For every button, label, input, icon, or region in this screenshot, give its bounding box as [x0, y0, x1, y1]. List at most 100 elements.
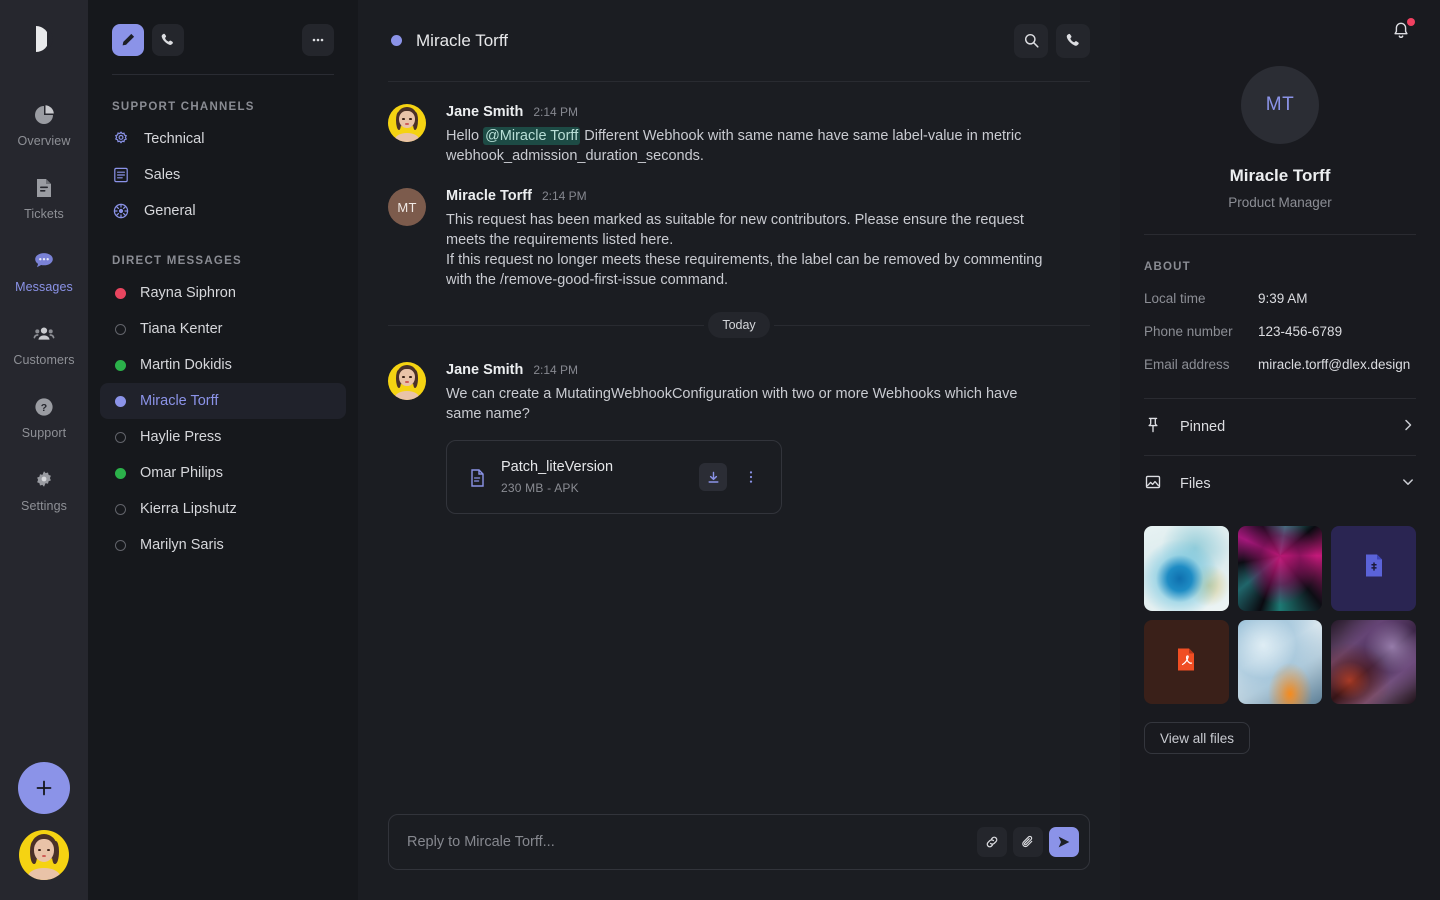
pie-chart-icon	[31, 102, 57, 128]
message-list: Jane Smith 2:14 PM Hello @Miracle Torff …	[358, 82, 1120, 814]
avatar[interactable]: MT	[388, 188, 426, 226]
message-item: Jane Smith 2:14 PM We can create a Mutat…	[388, 362, 1090, 514]
file-more-button[interactable]	[741, 463, 761, 491]
separator-line-left	[388, 324, 705, 326]
compose-message-button[interactable]	[112, 24, 144, 56]
send-message-button[interactable]	[1049, 827, 1079, 857]
day-separator-label: Today	[708, 312, 770, 338]
current-user-avatar[interactable]	[19, 830, 69, 880]
notifications-button[interactable]	[1386, 16, 1416, 51]
dm-item-rayna-siphron[interactable]: Rayna Siphron	[100, 275, 346, 311]
contact-details-panel: MT Miracle Torff Product Manager ABOUT L…	[1120, 0, 1440, 900]
pin-icon	[1144, 416, 1162, 439]
about-row-email-address: Email address miracle.torff@dlex.design	[1144, 357, 1416, 372]
sidebar-item-overview[interactable]: Overview	[8, 102, 80, 148]
day-separator: Today	[388, 312, 1091, 338]
sidebar-item-tickets[interactable]: Tickets	[8, 175, 80, 221]
message-composer[interactable]	[388, 814, 1090, 870]
document-file-thumbnail[interactable]	[1331, 526, 1416, 611]
pdf-file-icon	[1176, 648, 1196, 677]
sidebar-item-customers[interactable]: Customers	[8, 321, 80, 367]
dm-item-kierra-lipshutz[interactable]: Kierra Lipshutz	[100, 491, 346, 527]
contact-profile: MT Miracle Torff Product Manager	[1144, 66, 1416, 210]
contact-role: Product Manager	[1228, 195, 1332, 210]
help-circle-icon: ?	[31, 394, 57, 420]
panel-toolbar	[1144, 0, 1416, 66]
chat-title: Miracle Torff	[416, 30, 508, 50]
channel-label: Technical	[144, 131, 205, 147]
download-icon	[707, 471, 719, 483]
separator-line-right	[773, 324, 1091, 326]
add-new-button[interactable]	[18, 762, 70, 814]
contact-name: Miracle Torff	[1229, 166, 1331, 185]
message-time: 2:14 PM	[541, 189, 587, 203]
chat-area: Miracle Torff Jane Smith 2:14 PM Hello @…	[358, 0, 1120, 900]
channel-item-sales[interactable]: Sales	[100, 157, 346, 193]
composer-wrapper	[358, 814, 1120, 900]
about-key: Phone number	[1144, 324, 1233, 339]
sidebar-item-settings[interactable]: Settings	[8, 467, 80, 513]
about-heading: ABOUT	[1144, 261, 1191, 273]
file-name: Patch_liteVersion	[501, 459, 614, 475]
phone-icon	[161, 33, 173, 45]
pinned-section-toggle[interactable]: Pinned	[1144, 399, 1416, 455]
dm-item-haylie-press[interactable]: Haylie Press	[100, 419, 346, 455]
avatar[interactable]	[388, 362, 426, 400]
sidebar-item-messages[interactable]: Messages	[8, 248, 80, 294]
file-size: 230 MB	[501, 481, 544, 495]
purple-smoke-thumbnail[interactable]	[1331, 619, 1416, 705]
sidebar-call-button[interactable]	[152, 24, 184, 56]
message-author: Jane Smith	[446, 362, 524, 378]
files-label: Files	[1180, 476, 1211, 492]
view-all-files-button[interactable]: View all files	[1144, 722, 1251, 755]
file-meta: 230 MB - APK	[501, 481, 685, 495]
composer-actions	[977, 827, 1079, 857]
about-value: 123-456-6789	[1258, 324, 1343, 339]
chat-search-button[interactable]	[1014, 23, 1048, 58]
chat-header-actions	[1014, 23, 1090, 58]
dm-item-miracle-torff[interactable]: Miracle Torff	[100, 383, 346, 419]
file-attachment-card[interactable]: Patch_liteVersion 230 MB - APK	[446, 440, 782, 514]
dm-item-marilyn-saris[interactable]: Marilyn Saris	[100, 527, 346, 563]
attach-file-button[interactable]	[1013, 827, 1043, 857]
sidebar-item-support[interactable]: ? Support	[8, 394, 80, 440]
dm-item-tiana-kenter[interactable]: Tiana Kenter	[100, 311, 346, 347]
pencil-icon	[122, 33, 135, 46]
message-author: Miracle Torff	[446, 188, 532, 204]
sidebar-label: Customers	[13, 353, 75, 367]
message-body: Miracle Torff 2:14 PM This request has b…	[446, 188, 1090, 290]
sky-swirl-thumbnail[interactable]	[1237, 619, 1323, 705]
channel-item-technical[interactable]: Technical	[100, 121, 346, 157]
status-dot	[115, 359, 126, 371]
dm-item-martin-dokidis[interactable]: Martin Dokidis	[100, 347, 346, 383]
app-logo[interactable]	[27, 22, 61, 56]
sidebar-more-button[interactable]	[302, 24, 334, 56]
message-text: We can create a MutatingWebhookConfigura…	[446, 386, 1018, 422]
channel-item-general[interactable]: General	[100, 193, 346, 229]
about-key: Local time	[1144, 291, 1206, 306]
channel-label: Sales	[144, 167, 181, 183]
ice-bloom-thumbnail[interactable]	[1144, 526, 1229, 611]
dm-item-omar-philips[interactable]: Omar Philips	[100, 455, 346, 491]
message-input[interactable]	[407, 834, 977, 850]
profile-divider	[1144, 234, 1416, 235]
user-mention[interactable]: @Miracle Torff	[483, 127, 581, 145]
sidebar-label: Overview	[17, 134, 71, 148]
magenta-burst-thumbnail[interactable]	[1237, 526, 1323, 611]
people-icon	[31, 321, 57, 347]
files-section-toggle[interactable]: Files	[1144, 456, 1416, 512]
pdf-file-thumbnail[interactable]	[1144, 619, 1229, 705]
insert-link-button[interactable]	[977, 827, 1007, 857]
chat-status-dot	[391, 35, 402, 46]
svg-text:?: ?	[41, 402, 47, 414]
status-dot	[115, 323, 126, 335]
file-download-button[interactable]	[699, 463, 727, 491]
sidebar-label: Messages	[15, 280, 73, 294]
d-logo-icon	[36, 26, 53, 52]
about-row-local-time: Local time 9:39 AM	[1144, 291, 1416, 306]
about-value: miracle.torff@dlex.design	[1258, 357, 1411, 372]
avatar[interactable]	[388, 104, 426, 142]
dm-label: Kierra Lipshutz	[140, 501, 237, 517]
chevron-down-icon	[1400, 474, 1416, 495]
chat-call-button[interactable]	[1056, 23, 1090, 58]
